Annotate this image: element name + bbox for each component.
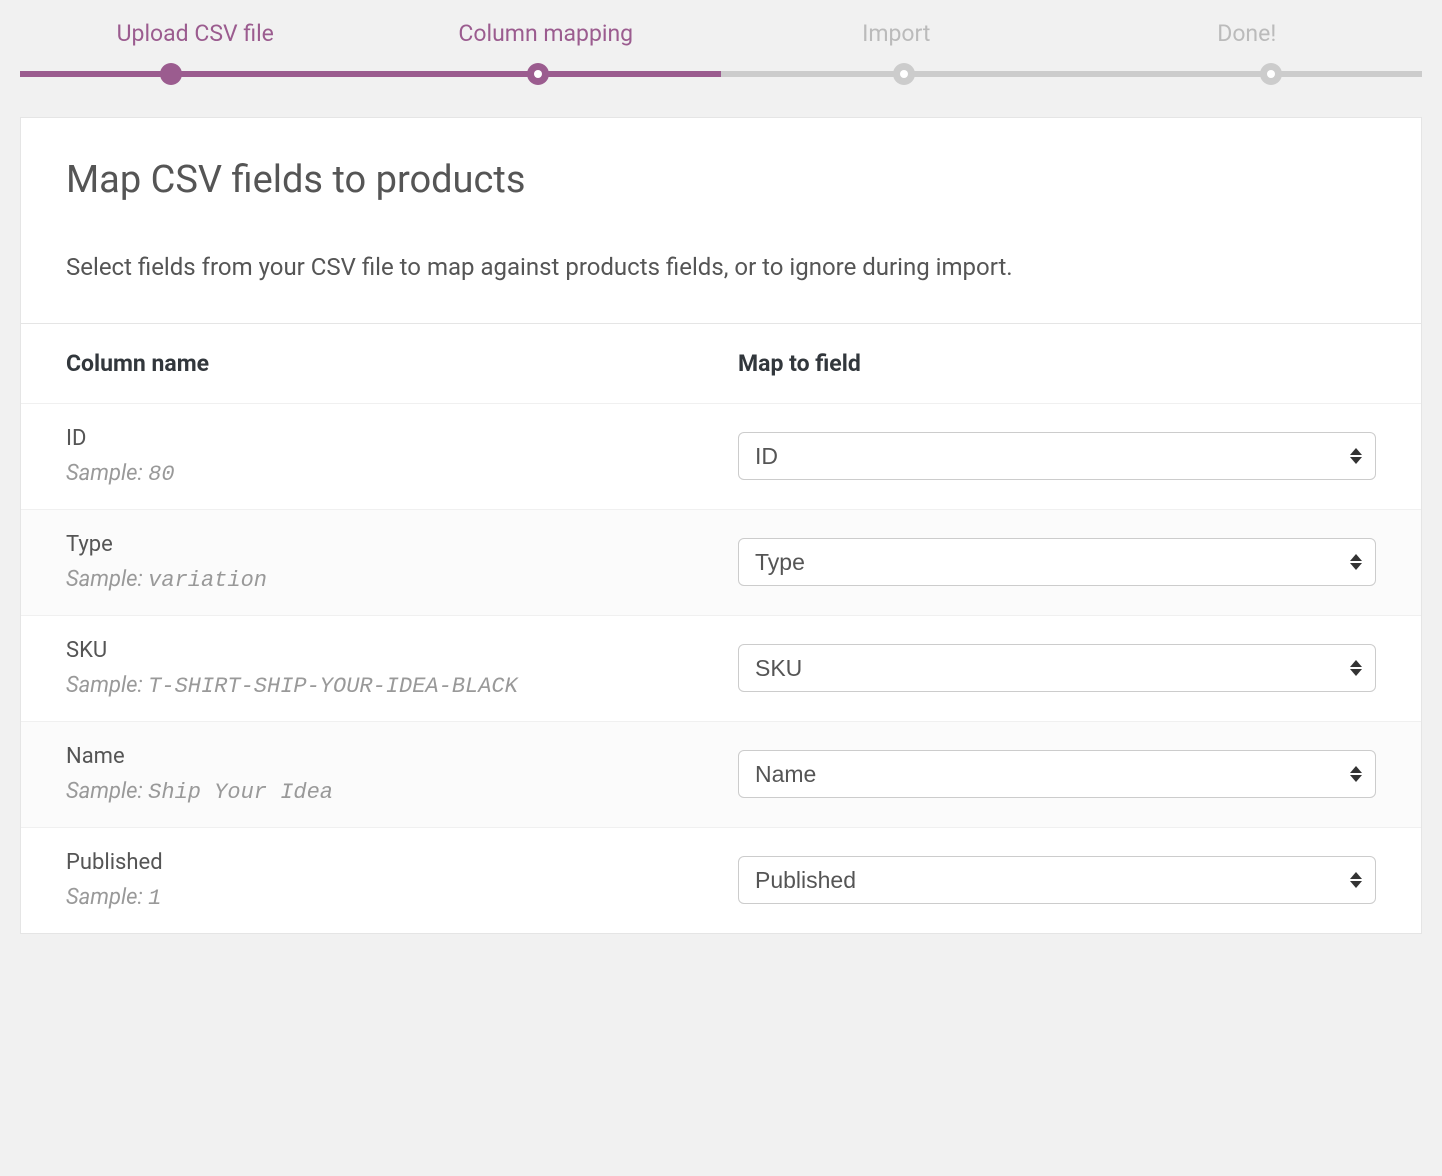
page-description: Select fields from your CSV file to map …	[66, 247, 1376, 288]
map-field-select[interactable]: Name	[738, 750, 1376, 798]
step-import: Import	[721, 20, 1072, 47]
table-row: Published Sample: 1 Published	[21, 827, 1421, 933]
page-title: Map CSV fields to products	[66, 158, 1376, 202]
progress-dot-2	[527, 63, 549, 85]
map-field-select[interactable]: Published	[738, 856, 1376, 904]
column-sample: Sample: T-SHIRT-SHIP-YOUR-IDEA-BLACK	[66, 673, 518, 698]
progress-dot-4	[1260, 63, 1282, 85]
column-name-header: Column name	[21, 324, 693, 404]
progress-stepper: Upload CSV file Column mapping Import Do…	[0, 0, 1442, 77]
column-sample: Sample: 80	[66, 461, 175, 486]
progress-bar	[20, 71, 1422, 77]
table-row: SKU Sample: T-SHIRT-SHIP-YOUR-IDEA-BLACK…	[21, 615, 1421, 721]
column-name: SKU	[66, 638, 648, 663]
progress-dot-3	[893, 63, 915, 85]
column-name: Type	[66, 532, 648, 557]
mapping-card: Map CSV fields to products Select fields…	[20, 117, 1422, 934]
column-name: Name	[66, 744, 648, 769]
mapping-table: Column name Map to field ID Sample: 80 I…	[21, 324, 1421, 933]
map-to-field-header: Map to field	[693, 324, 1421, 404]
column-sample: Sample: 1	[66, 885, 161, 910]
table-row: Type Sample: variation Type	[21, 509, 1421, 615]
step-done: Done!	[1072, 20, 1423, 47]
column-sample: Sample: Ship Your Idea	[66, 779, 333, 804]
progress-dot-1	[160, 63, 182, 85]
map-field-select[interactable]: ID	[738, 432, 1376, 480]
map-field-select[interactable]: SKU	[738, 644, 1376, 692]
map-field-select[interactable]: Type	[738, 538, 1376, 586]
table-row: Name Sample: Ship Your Idea Name	[21, 721, 1421, 827]
column-name: ID	[66, 426, 648, 451]
column-sample: Sample: variation	[66, 567, 267, 592]
step-upload-csv[interactable]: Upload CSV file	[20, 20, 371, 47]
table-row: ID Sample: 80 ID	[21, 403, 1421, 509]
step-column-mapping[interactable]: Column mapping	[371, 20, 722, 47]
card-header: Map CSV fields to products Select fields…	[21, 118, 1421, 324]
column-name: Published	[66, 850, 648, 875]
